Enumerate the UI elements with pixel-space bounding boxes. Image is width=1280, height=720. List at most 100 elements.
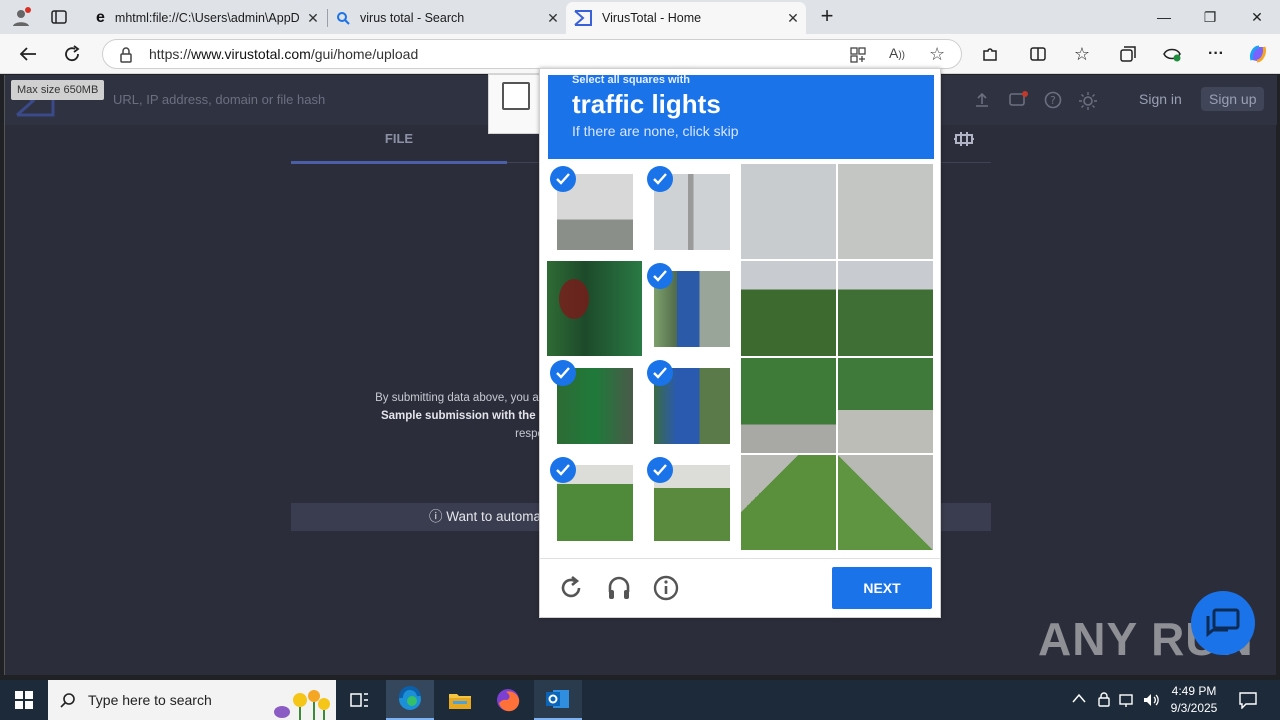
close-icon[interactable]: ✕ xyxy=(300,5,326,31)
terms-notice: By submitting data above, you are ag Sam… xyxy=(345,389,565,443)
captcha-instruction: Select all squares with xyxy=(572,74,690,86)
audio-challenge-icon[interactable] xyxy=(605,574,633,602)
captcha-tile[interactable] xyxy=(741,261,836,356)
check-icon xyxy=(647,457,673,483)
captcha-tile[interactable] xyxy=(838,358,933,453)
captcha-tile[interactable] xyxy=(741,358,836,453)
captcha-tile[interactable] xyxy=(547,164,642,259)
ie-icon: e xyxy=(96,9,105,26)
info-icon: ⓘ xyxy=(429,509,447,524)
vpn-icon[interactable] xyxy=(1096,692,1112,708)
captcha-tile[interactable] xyxy=(644,261,739,356)
network-icon[interactable] xyxy=(1118,692,1136,708)
captcha-tile[interactable] xyxy=(547,261,642,356)
sign-up-button[interactable]: Sign up xyxy=(1201,87,1265,111)
captcha-tile[interactable] xyxy=(741,455,836,550)
url-text: https://www.virustotal.com/gui/home/uplo… xyxy=(149,46,418,62)
tab-title: VirusTotal - Home xyxy=(602,11,702,25)
tab-virustotal-home[interactable]: VirusTotal - Home ✕ xyxy=(566,2,806,34)
clock-time: 4:49 PM xyxy=(1171,684,1217,698)
info-icon[interactable] xyxy=(652,574,680,602)
check-icon xyxy=(550,360,576,386)
sign-in-link[interactable]: Sign in xyxy=(1139,91,1182,107)
api-icon[interactable] xyxy=(953,131,975,147)
volume-icon[interactable] xyxy=(1142,692,1160,708)
file-explorer-icon[interactable] xyxy=(436,680,484,720)
upload-icon[interactable] xyxy=(973,91,991,109)
url-field[interactable]: https://www.virustotal.com/gui/home/uplo… xyxy=(102,39,962,69)
refresh-icon[interactable] xyxy=(56,38,88,70)
tab-virus-total-search[interactable]: virus total - Search ✕ xyxy=(328,2,566,34)
theme-toggle-icon[interactable] xyxy=(1078,91,1097,110)
captcha-tile[interactable] xyxy=(547,358,642,453)
close-window-icon[interactable]: ✕ xyxy=(1234,0,1280,34)
favorites-icon[interactable]: ☆ xyxy=(1066,38,1098,70)
favorite-star-icon[interactable]: ☆ xyxy=(929,44,945,65)
notice-line: Sample submission with the secu xyxy=(380,410,565,422)
help-icon[interactable]: ? xyxy=(1044,91,1062,109)
windows-start-icon[interactable] xyxy=(0,680,48,720)
svg-text:?: ? xyxy=(1050,94,1056,107)
task-view-icon[interactable] xyxy=(336,680,384,720)
check-icon xyxy=(647,166,673,192)
notice-line: responsib xyxy=(345,425,565,443)
captcha-tile[interactable] xyxy=(741,164,836,259)
read-aloud-icon[interactable]: A)) xyxy=(889,45,905,61)
new-tab-icon[interactable]: + xyxy=(816,5,838,28)
restore-icon[interactable]: ❐ xyxy=(1187,0,1233,34)
next-button[interactable]: NEXT xyxy=(832,567,932,609)
virustotal-icon xyxy=(574,10,592,26)
notification-center-icon[interactable] xyxy=(1238,691,1258,709)
collections-icon[interactable] xyxy=(1112,38,1144,70)
captcha-target: traffic lights xyxy=(572,89,721,119)
tab-mhtml[interactable]: e mhtml:file://C:\Users\admin\AppD ✕ xyxy=(88,2,326,34)
taskbar: Type here to search 4:49 PM 9/3/2025 xyxy=(0,680,1280,720)
notifications-icon[interactable] xyxy=(1008,91,1028,109)
tab-underline xyxy=(291,161,507,164)
firefox-icon[interactable] xyxy=(484,680,532,720)
close-icon[interactable]: ✕ xyxy=(540,5,566,31)
captcha-tile[interactable] xyxy=(644,164,739,259)
outlook-icon[interactable] xyxy=(534,680,582,720)
captcha-challenge: Select all squares with traffic lights I… xyxy=(539,68,941,618)
more-icon[interactable]: ··· xyxy=(1200,38,1232,70)
lock-icon[interactable] xyxy=(119,47,133,63)
copilot-icon[interactable] xyxy=(1242,38,1274,70)
split-screen-icon[interactable] xyxy=(1022,38,1054,70)
close-icon[interactable]: ✕ xyxy=(780,5,806,31)
tab-title: virus total - Search xyxy=(360,11,465,25)
check-icon xyxy=(550,457,576,483)
edge-taskbar-icon[interactable] xyxy=(386,680,434,720)
captcha-tile[interactable] xyxy=(838,261,933,356)
back-icon[interactable] xyxy=(12,38,44,70)
minimize-icon[interactable]: — xyxy=(1141,0,1187,34)
app-available-icon[interactable] xyxy=(849,46,867,64)
max-size-tooltip: Max size 650MB xyxy=(11,80,105,100)
flowers-illustration-icon xyxy=(266,682,334,720)
show-hidden-icons-icon[interactable] xyxy=(1072,693,1086,703)
url-path: /gui/home/upload xyxy=(310,46,419,62)
check-icon xyxy=(647,360,673,386)
profile-icon[interactable] xyxy=(10,6,32,28)
captcha-hint: If there are none, click skip xyxy=(572,123,739,139)
clock-date: 9/3/2025 xyxy=(1170,701,1218,715)
browser-essentials-icon[interactable] xyxy=(1156,38,1188,70)
tab-actions-icon[interactable] xyxy=(50,9,68,25)
search-icon xyxy=(336,11,350,25)
captcha-tile[interactable] xyxy=(644,358,739,453)
captcha-tile[interactable] xyxy=(838,164,933,259)
recaptcha-checkbox[interactable] xyxy=(502,82,530,110)
url-host: www.virustotal.com xyxy=(191,46,311,62)
taskbar-search[interactable]: Type here to search xyxy=(48,680,336,720)
captcha-tile[interactable] xyxy=(644,455,739,550)
captcha-tile[interactable] xyxy=(547,455,642,550)
taskbar-clock[interactable]: 4:49 PM 9/3/2025 xyxy=(1164,683,1224,717)
tab-file[interactable]: FILE xyxy=(291,131,507,146)
search-input[interactable]: URL, IP address, domain or file hash xyxy=(113,92,325,107)
captcha-tile[interactable] xyxy=(838,455,933,550)
reload-icon[interactable] xyxy=(557,574,585,602)
extensions-icon[interactable] xyxy=(974,38,1006,70)
search-icon xyxy=(60,692,76,708)
chat-icon[interactable] xyxy=(1191,591,1255,655)
captcha-header: Select all squares with traffic lights I… xyxy=(548,74,934,159)
